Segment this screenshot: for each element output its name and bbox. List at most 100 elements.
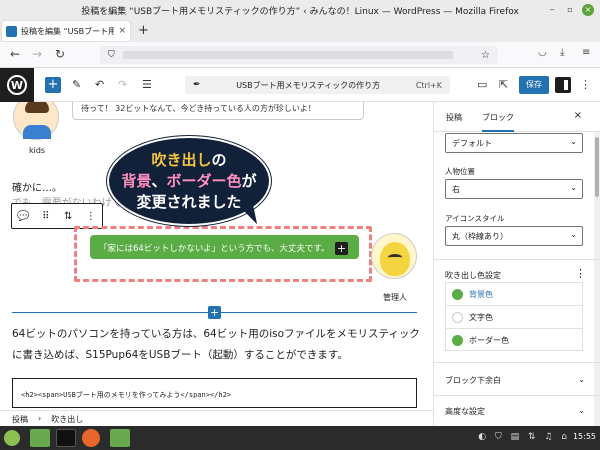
chevron-down-icon: ⌄ (570, 230, 577, 239)
back-arrow-icon[interactable]: ← (10, 47, 20, 61)
color-settings-title: 吹き出し色設定 (445, 271, 501, 280)
divider (434, 259, 600, 260)
callout-text: の (211, 151, 227, 169)
window-titlebar: 投稿を編集 “USBブート用メモリスティックの作り方” ‹ みんなの！Linux… (0, 0, 600, 20)
position-label: 人物位置 (445, 167, 475, 176)
green-speech-bubble[interactable]: 「家には64ビットしかないよ」という方でも、大丈夫です。 (90, 235, 359, 259)
speech-bubble-block-icon[interactable]: 💬 (12, 211, 35, 222)
breadcrumb-separator: › (38, 414, 42, 423)
reload-icon[interactable]: ↻ (55, 47, 65, 61)
color-swatch (452, 335, 463, 346)
chevron-down-icon: ⌄ (570, 183, 577, 192)
drag-handle-icon[interactable]: ⠿ (35, 211, 58, 222)
redo-icon[interactable]: ↷ (118, 78, 127, 91)
view-post-icon[interactable]: ⇱ (499, 78, 508, 91)
callout-text-highlight-pink: ボーダー色 (166, 172, 242, 190)
accordion-label: ブロック下余白 (445, 376, 501, 385)
style-select[interactable]: デフォルト ⌄ (445, 133, 583, 153)
color-row-background[interactable]: 背景色 (446, 283, 582, 306)
minimize-icon[interactable]: ‒ (546, 4, 558, 16)
pocket-icon[interactable]: ◡ (538, 47, 547, 58)
tab-close-icon[interactable]: × (118, 26, 126, 36)
admin-avatar (371, 233, 417, 279)
paragraph-block-main[interactable]: 64ビットのパソコンを持っている方は、64ビット用のisoファイルをメモリスティ… (12, 324, 422, 366)
color-row-label: 文字色 (469, 312, 493, 322)
sidebar-scrollbar-thumb[interactable] (595, 137, 599, 197)
chevron-down-icon: ⌄ (570, 137, 577, 146)
options-kebab-icon[interactable]: ⋮ (580, 78, 591, 91)
breadcrumb-block[interactable]: 吹き出し (51, 414, 83, 424)
kids-avatar (13, 102, 59, 140)
color-row-border[interactable]: ボーダー色 (446, 329, 582, 352)
icon-style-select[interactable]: 丸（枠線あり） ⌄ (445, 226, 583, 246)
chevron-down-icon: ⌄ (578, 406, 585, 415)
firefox-icon[interactable] (82, 429, 100, 447)
save-button[interactable]: 保存 (519, 76, 549, 94)
terminal-icon[interactable] (56, 429, 76, 447)
color-swatch (452, 311, 463, 323)
address-bar[interactable]: ⛉ ☆ (100, 46, 498, 64)
icon-style-select-value: 丸（枠線あり） (452, 232, 508, 241)
window-title: 投稿を編集 “USBブート用メモリスティックの作り方” ‹ みんなの！Linux… (81, 6, 519, 17)
close-sidebar-icon[interactable]: × (574, 110, 582, 121)
block-options-icon[interactable]: ⋮ (80, 211, 103, 222)
kids-name: kids (29, 146, 46, 155)
feather-icon: ✒ (193, 80, 201, 90)
pen-tool-icon[interactable]: ✎ (72, 78, 81, 91)
undo-icon[interactable]: ↶ (95, 78, 104, 91)
new-tab-button[interactable]: + (138, 23, 149, 38)
divider (434, 362, 600, 363)
icon-style-label: アイコンスタイル (445, 214, 505, 223)
wordpress-logo-icon[interactable]: W (0, 68, 34, 102)
add-block-button[interactable]: + (45, 77, 61, 93)
menu-icon[interactable]: ≡ (582, 47, 590, 58)
accordion-advanced[interactable]: 高度な設定 ⌄ (445, 406, 585, 417)
tab-block[interactable]: ブロック (482, 112, 514, 132)
color-row-text[interactable]: 文字色 (446, 306, 582, 329)
settings-panel-icon[interactable] (555, 77, 571, 93)
mint-menu-icon[interactable] (4, 430, 20, 446)
bookmark-star-icon[interactable]: ☆ (481, 50, 490, 61)
color-row-label: 背景色 (469, 289, 493, 299)
style-select-value: デフォルト (452, 139, 492, 148)
block-inserter-plus-icon[interactable]: + (208, 306, 221, 319)
browser-tab[interactable]: 投稿を編集 “USBブート用メ × (2, 21, 130, 41)
inline-add-icon[interactable]: + (335, 242, 348, 255)
clock: 15:55 (572, 432, 596, 441)
divider (434, 395, 600, 396)
folder-icon[interactable] (30, 429, 50, 447)
preview-device-icon[interactable]: ▭ (477, 78, 487, 91)
maximize-icon[interactable]: ▫ (564, 4, 576, 16)
os-taskbar: ◐ ⛉ ▤ ⇅ ♫ ⌂ 15:55 (0, 426, 600, 450)
callout-text: 、 (151, 172, 167, 190)
forward-arrow-icon[interactable]: → (32, 47, 42, 61)
annotation-callout: 吹き出しの 背景、ボーダー色が 変更されました (107, 136, 271, 228)
folder-icon-2[interactable] (110, 429, 130, 447)
tab-strip: 投稿を編集 “USBブート用メ × + (0, 20, 600, 42)
download-icon[interactable]: ⤓ (560, 47, 564, 58)
navigation-bar: ← → ↻ ⛉ ☆ ◡ ⤓ ≡ (0, 42, 600, 68)
system-tray-icons[interactable]: ◐ ⛉ ▤ ⇅ ♫ ⌂ (478, 432, 570, 442)
close-window-icon[interactable]: × (582, 4, 594, 16)
accordion-bottom-margin[interactable]: ブロック下余白 ⌄ (445, 375, 585, 386)
html-block[interactable]: <h2><span>USBブート用のメモリを作ってみよう</span></h2> (12, 378, 417, 408)
shortcut-hint: Ctrl+K (415, 80, 442, 90)
color-options-icon[interactable]: ⋮ (575, 267, 586, 280)
callout-text-highlight-yellow: 吹き出し (151, 151, 212, 169)
breadcrumb-post[interactable]: 投稿 (12, 414, 28, 424)
move-up-down-icon[interactable]: ⇅ (57, 211, 80, 222)
list-view-icon[interactable]: ☰ (142, 78, 152, 91)
shield-icon: ⛉ (108, 50, 115, 60)
paragraph-block[interactable]: 確かに…。 (12, 179, 62, 194)
kids-speech-bubble[interactable]: 待って！ 32ビットなんて、今どき持っている人の方が珍しいよ！ (72, 102, 364, 120)
admin-name: 管理人 (383, 293, 407, 302)
color-settings-list: 背景色 文字色 ボーダー色 (445, 282, 583, 351)
color-row-label: ボーダー色 (469, 336, 509, 345)
callout-text: が (241, 172, 257, 190)
document-bar[interactable]: ✒ USBブート用メモリスティックの作り方 Ctrl+K (185, 76, 450, 94)
tab-post[interactable]: 投稿 (446, 112, 462, 123)
position-select[interactable]: 右 ⌄ (445, 179, 583, 199)
accordion-label: 高度な設定 (445, 407, 485, 416)
editor-canvas: kids 待って！ 32ビットなんて、今どき持っている人の方が珍しいよ！ 確かに… (0, 102, 433, 410)
block-breadcrumb: 投稿 › 吹き出し (0, 410, 433, 426)
